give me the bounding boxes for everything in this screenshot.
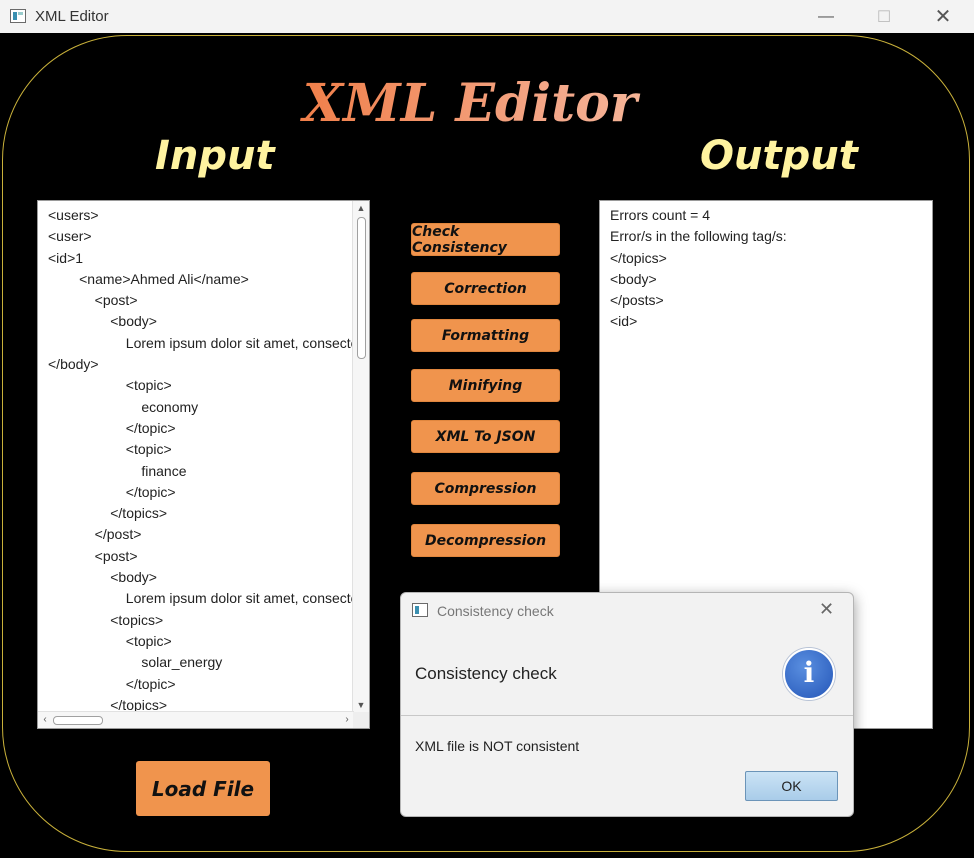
window-title: XML Editor <box>35 8 109 25</box>
maximize-button[interactable]: ☐ <box>855 0 913 33</box>
scroll-down-icon[interactable]: ▼ <box>353 698 369 712</box>
load-file-button[interactable]: Load File <box>136 761 270 816</box>
close-button[interactable]: ✕ <box>914 0 972 33</box>
scroll-left-icon[interactable]: ‹ <box>38 712 52 728</box>
vertical-scroll-thumb[interactable] <box>357 217 366 359</box>
input-text[interactable]: <users> <user> <id>1 <name>Ahmed Ali</na… <box>48 205 353 711</box>
minifying-button[interactable]: Minifying <box>411 369 560 402</box>
dialog-header: Consistency check i <box>401 629 853 716</box>
ok-button[interactable]: OK <box>745 771 838 801</box>
output-text: Errors count = 4 Error/s in the followin… <box>610 207 787 330</box>
horizontal-scroll-thumb[interactable] <box>53 716 103 725</box>
dialog-app-icon <box>412 603 428 617</box>
dialog-title: Consistency check <box>437 603 554 619</box>
compression-button[interactable]: Compression <box>411 472 560 505</box>
scroll-right-icon[interactable]: › <box>340 712 354 728</box>
minimize-button[interactable]: — <box>797 0 855 33</box>
correction-button[interactable]: Correction <box>411 272 560 305</box>
dialog-close-button[interactable]: ✕ <box>819 599 834 620</box>
formatting-button[interactable]: Formatting <box>411 319 560 352</box>
dialog-header-text: Consistency check <box>415 664 557 683</box>
scroll-corner <box>353 712 369 728</box>
check-consistency-button[interactable]: Check Consistency <box>411 223 560 256</box>
consistency-dialog: Consistency check ✕ Consistency check i … <box>400 592 854 817</box>
app-icon <box>10 9 26 23</box>
title-bar: XML Editor — ☐ ✕ <box>0 0 974 33</box>
input-title: Input <box>155 133 275 179</box>
output-title: Output <box>700 133 858 179</box>
info-icon: i <box>783 648 835 700</box>
input-textarea[interactable]: <users> <user> <id>1 <name>Ahmed Ali</na… <box>37 200 370 729</box>
dialog-message: XML file is NOT consistent <box>415 738 580 754</box>
xml-to-json-button[interactable]: XML To JSON <box>411 420 560 453</box>
decompression-button[interactable]: Decompression <box>411 524 560 557</box>
scroll-up-icon[interactable]: ▲ <box>353 201 369 215</box>
vertical-scrollbar[interactable]: ▲ ▼ <box>352 201 369 712</box>
horizontal-scrollbar[interactable]: ‹ › <box>38 711 354 728</box>
app-title: XML Editor <box>0 73 940 134</box>
